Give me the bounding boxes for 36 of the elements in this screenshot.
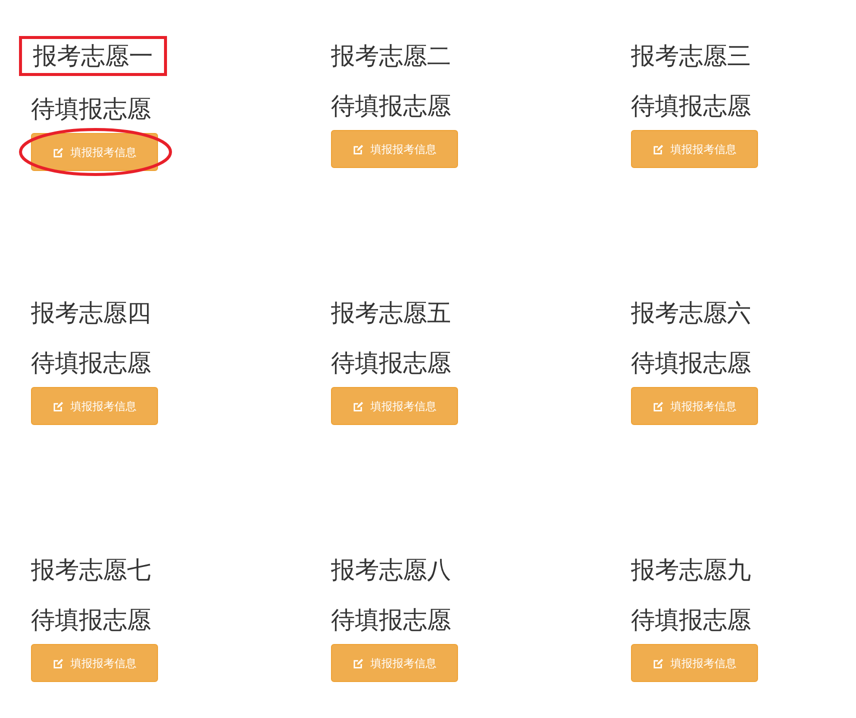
choice-title: 报考志愿一 — [19, 36, 167, 76]
choice-title: 报考志愿七 — [31, 555, 151, 586]
edit-icon — [652, 144, 664, 154]
fill-info-button[interactable]: 填报报考信息 — [31, 644, 158, 682]
status-text: 待填报志愿 — [631, 605, 751, 636]
edit-icon — [352, 658, 364, 668]
choice-title: 报考志愿五 — [331, 298, 451, 329]
fill-info-button[interactable]: 填报报考信息 — [31, 387, 158, 425]
status-text: 待填报志愿 — [631, 91, 751, 122]
status-text: 待填报志愿 — [331, 91, 451, 122]
status-text: 待填报志愿 — [31, 94, 151, 125]
status-text: 待填报志愿 — [31, 605, 151, 636]
choice-title: 报考志愿六 — [631, 298, 751, 329]
choice-title: 报考志愿四 — [31, 298, 151, 329]
edit-icon — [652, 658, 664, 668]
fill-info-button[interactable]: 填报报考信息 — [331, 130, 458, 168]
edit-icon — [352, 400, 364, 412]
choice-title: 报考志愿三 — [631, 41, 751, 72]
edit-icon — [352, 144, 364, 154]
fill-info-button[interactable]: 填报报考信息 — [331, 387, 458, 425]
fill-info-button[interactable]: 填报报考信息 — [31, 133, 158, 171]
status-text: 待填报志愿 — [631, 348, 751, 379]
edit-icon — [52, 146, 64, 158]
edit-icon — [652, 400, 664, 412]
fill-info-button[interactable]: 填报报考信息 — [631, 387, 758, 425]
fill-info-button[interactable]: 填报报考信息 — [631, 130, 758, 168]
choice-title: 报考志愿九 — [631, 555, 751, 586]
choice-title: 报考志愿二 — [331, 41, 451, 72]
choice-title: 报考志愿八 — [331, 555, 451, 586]
status-text: 待填报志愿 — [31, 348, 151, 379]
status-text: 待填报志愿 — [331, 605, 451, 636]
fill-info-button[interactable]: 填报报考信息 — [331, 644, 458, 682]
fill-info-button[interactable]: 填报报考信息 — [631, 644, 758, 682]
status-text: 待填报志愿 — [331, 348, 451, 379]
edit-icon — [52, 658, 64, 668]
edit-icon — [52, 400, 64, 412]
